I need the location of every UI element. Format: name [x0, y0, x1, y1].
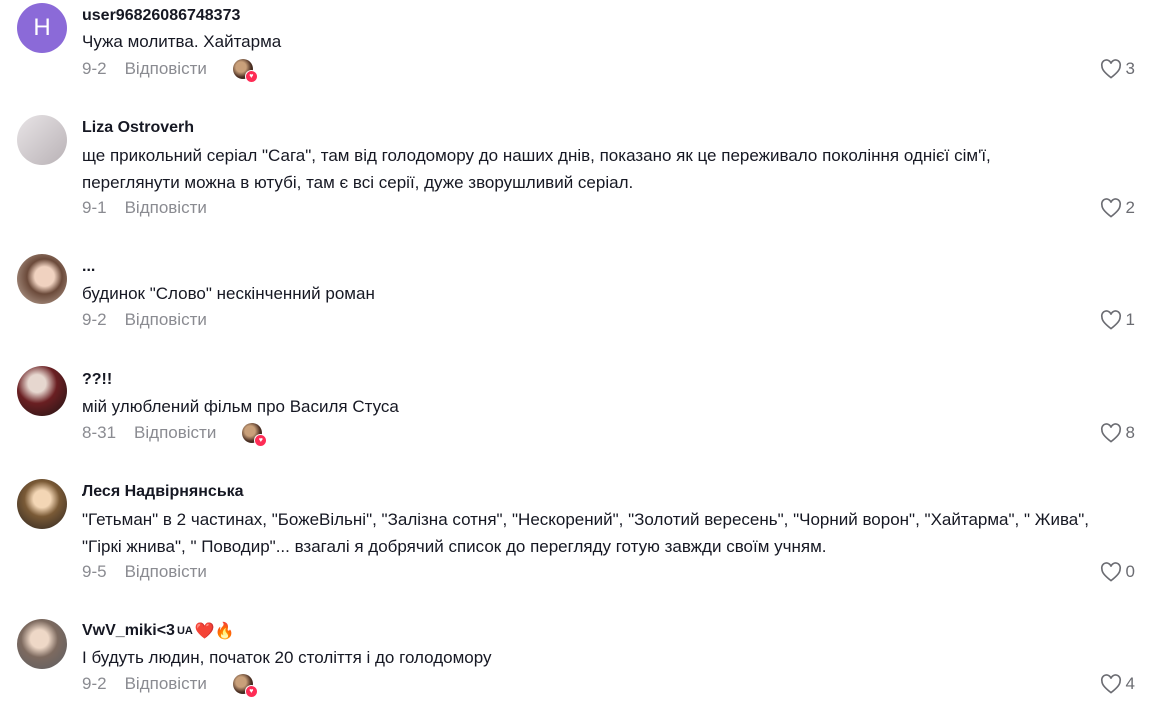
like-count: 1 — [1125, 310, 1135, 329]
comment-username[interactable]: ... — [82, 258, 95, 276]
heart-outline-icon — [1100, 562, 1121, 582]
comment-text: будинок "Слово" нескінченний роман — [82, 284, 375, 303]
avatar[interactable] — [17, 366, 67, 416]
comment-date: 8-31 — [82, 423, 117, 442]
creator-liked-icon: ♥ — [232, 59, 258, 83]
heart-badge-icon: ♥ — [244, 685, 258, 698]
avatar[interactable] — [17, 115, 67, 165]
username-text: VwV_miki<3 — [82, 622, 175, 639]
avatar[interactable] — [17, 619, 67, 669]
comment-meta: 9-2 Відповісти ♥ — [82, 59, 258, 83]
comment-date: 9-2 — [82, 310, 107, 329]
like-count: 0 — [1125, 562, 1135, 581]
heart-outline-icon — [1100, 59, 1121, 79]
comment-meta: 9-2 Відповісти ♥ — [82, 674, 258, 698]
reply-button[interactable]: Відповісти — [125, 674, 207, 694]
heart-outline-icon — [1100, 198, 1121, 218]
like-button[interactable]: 0 — [1100, 562, 1135, 582]
reply-button[interactable]: Відповісти — [125, 310, 207, 330]
avatar[interactable] — [17, 254, 67, 304]
like-count: 2 — [1125, 198, 1135, 217]
comment-meta: 9-2 Відповісти — [82, 310, 207, 330]
like-count: 8 — [1125, 423, 1135, 442]
comment-meta: 9-1 Відповісти — [82, 198, 207, 218]
comment-text: І будуть людин, початок 20 століття і до… — [82, 648, 492, 667]
username-emoji: ❤️🔥 — [194, 623, 235, 640]
comment-text: мій улюблений фільм про Василя Стуса — [82, 397, 399, 416]
comment-date: 9-5 — [82, 562, 107, 581]
heart-badge-icon: ♥ — [254, 434, 268, 447]
comment-text: Чужа молитва. Хайтарма — [82, 32, 282, 51]
like-button[interactable]: 1 — [1100, 310, 1135, 330]
comment-username[interactable]: Liza Ostroverh — [82, 119, 194, 137]
like-button[interactable]: 3 — [1100, 59, 1135, 79]
comment-text-line: "Гіркі жнива", " Поводир"... взагалі я д… — [82, 537, 827, 556]
like-button[interactable]: 2 — [1100, 198, 1135, 218]
creator-liked-icon: ♥ — [242, 423, 268, 447]
heart-outline-icon — [1100, 423, 1121, 443]
like-count: 4 — [1125, 674, 1135, 693]
comment-date: 9-2 — [82, 59, 107, 78]
comment-text-line: "Гетьман" в 2 частинах, "БожеВільні", "З… — [82, 510, 1089, 529]
reply-button[interactable]: Відповісти — [125, 562, 207, 582]
username-suffix: UA — [176, 625, 193, 637]
like-button[interactable]: 4 — [1100, 674, 1135, 694]
heart-badge-icon: ♥ — [244, 70, 258, 83]
comment-text: ще прикольний серіал "Сага", там від гол… — [82, 142, 1142, 196]
creator-liked-icon: ♥ — [232, 674, 258, 698]
reply-button[interactable]: Відповісти — [125, 198, 207, 218]
reply-button[interactable]: Відповісти — [125, 59, 207, 79]
comment-date: 9-2 — [82, 674, 107, 693]
avatar[interactable] — [17, 479, 67, 529]
comment-username[interactable]: Леся Надвірнянська — [82, 483, 244, 501]
comment-meta: 8-31 Відповісти ♥ — [82, 423, 268, 447]
reply-button[interactable]: Відповісти — [134, 423, 216, 443]
comment-username[interactable]: ??!! — [82, 371, 112, 389]
like-button[interactable]: 8 — [1100, 423, 1135, 443]
heart-outline-icon — [1100, 310, 1121, 330]
comment-date: 9-1 — [82, 198, 107, 217]
comment-text-line: переглянути можна в ютубі, там є всі сер… — [82, 173, 634, 192]
comment-username[interactable]: user96826086748373 — [82, 7, 240, 25]
like-count: 3 — [1125, 59, 1135, 78]
comment-meta: 9-5 Відповісти — [82, 562, 207, 582]
comment-text: "Гетьман" в 2 частинах, "БожеВільні", "З… — [82, 506, 1142, 560]
comment-text-line: ще прикольний серіал "Сага", там від гол… — [82, 146, 991, 165]
heart-outline-icon — [1100, 674, 1121, 694]
avatar[interactable]: H — [17, 3, 67, 53]
comment-username[interactable]: VwV_miki<3 UA ❤️🔥 — [82, 621, 235, 641]
